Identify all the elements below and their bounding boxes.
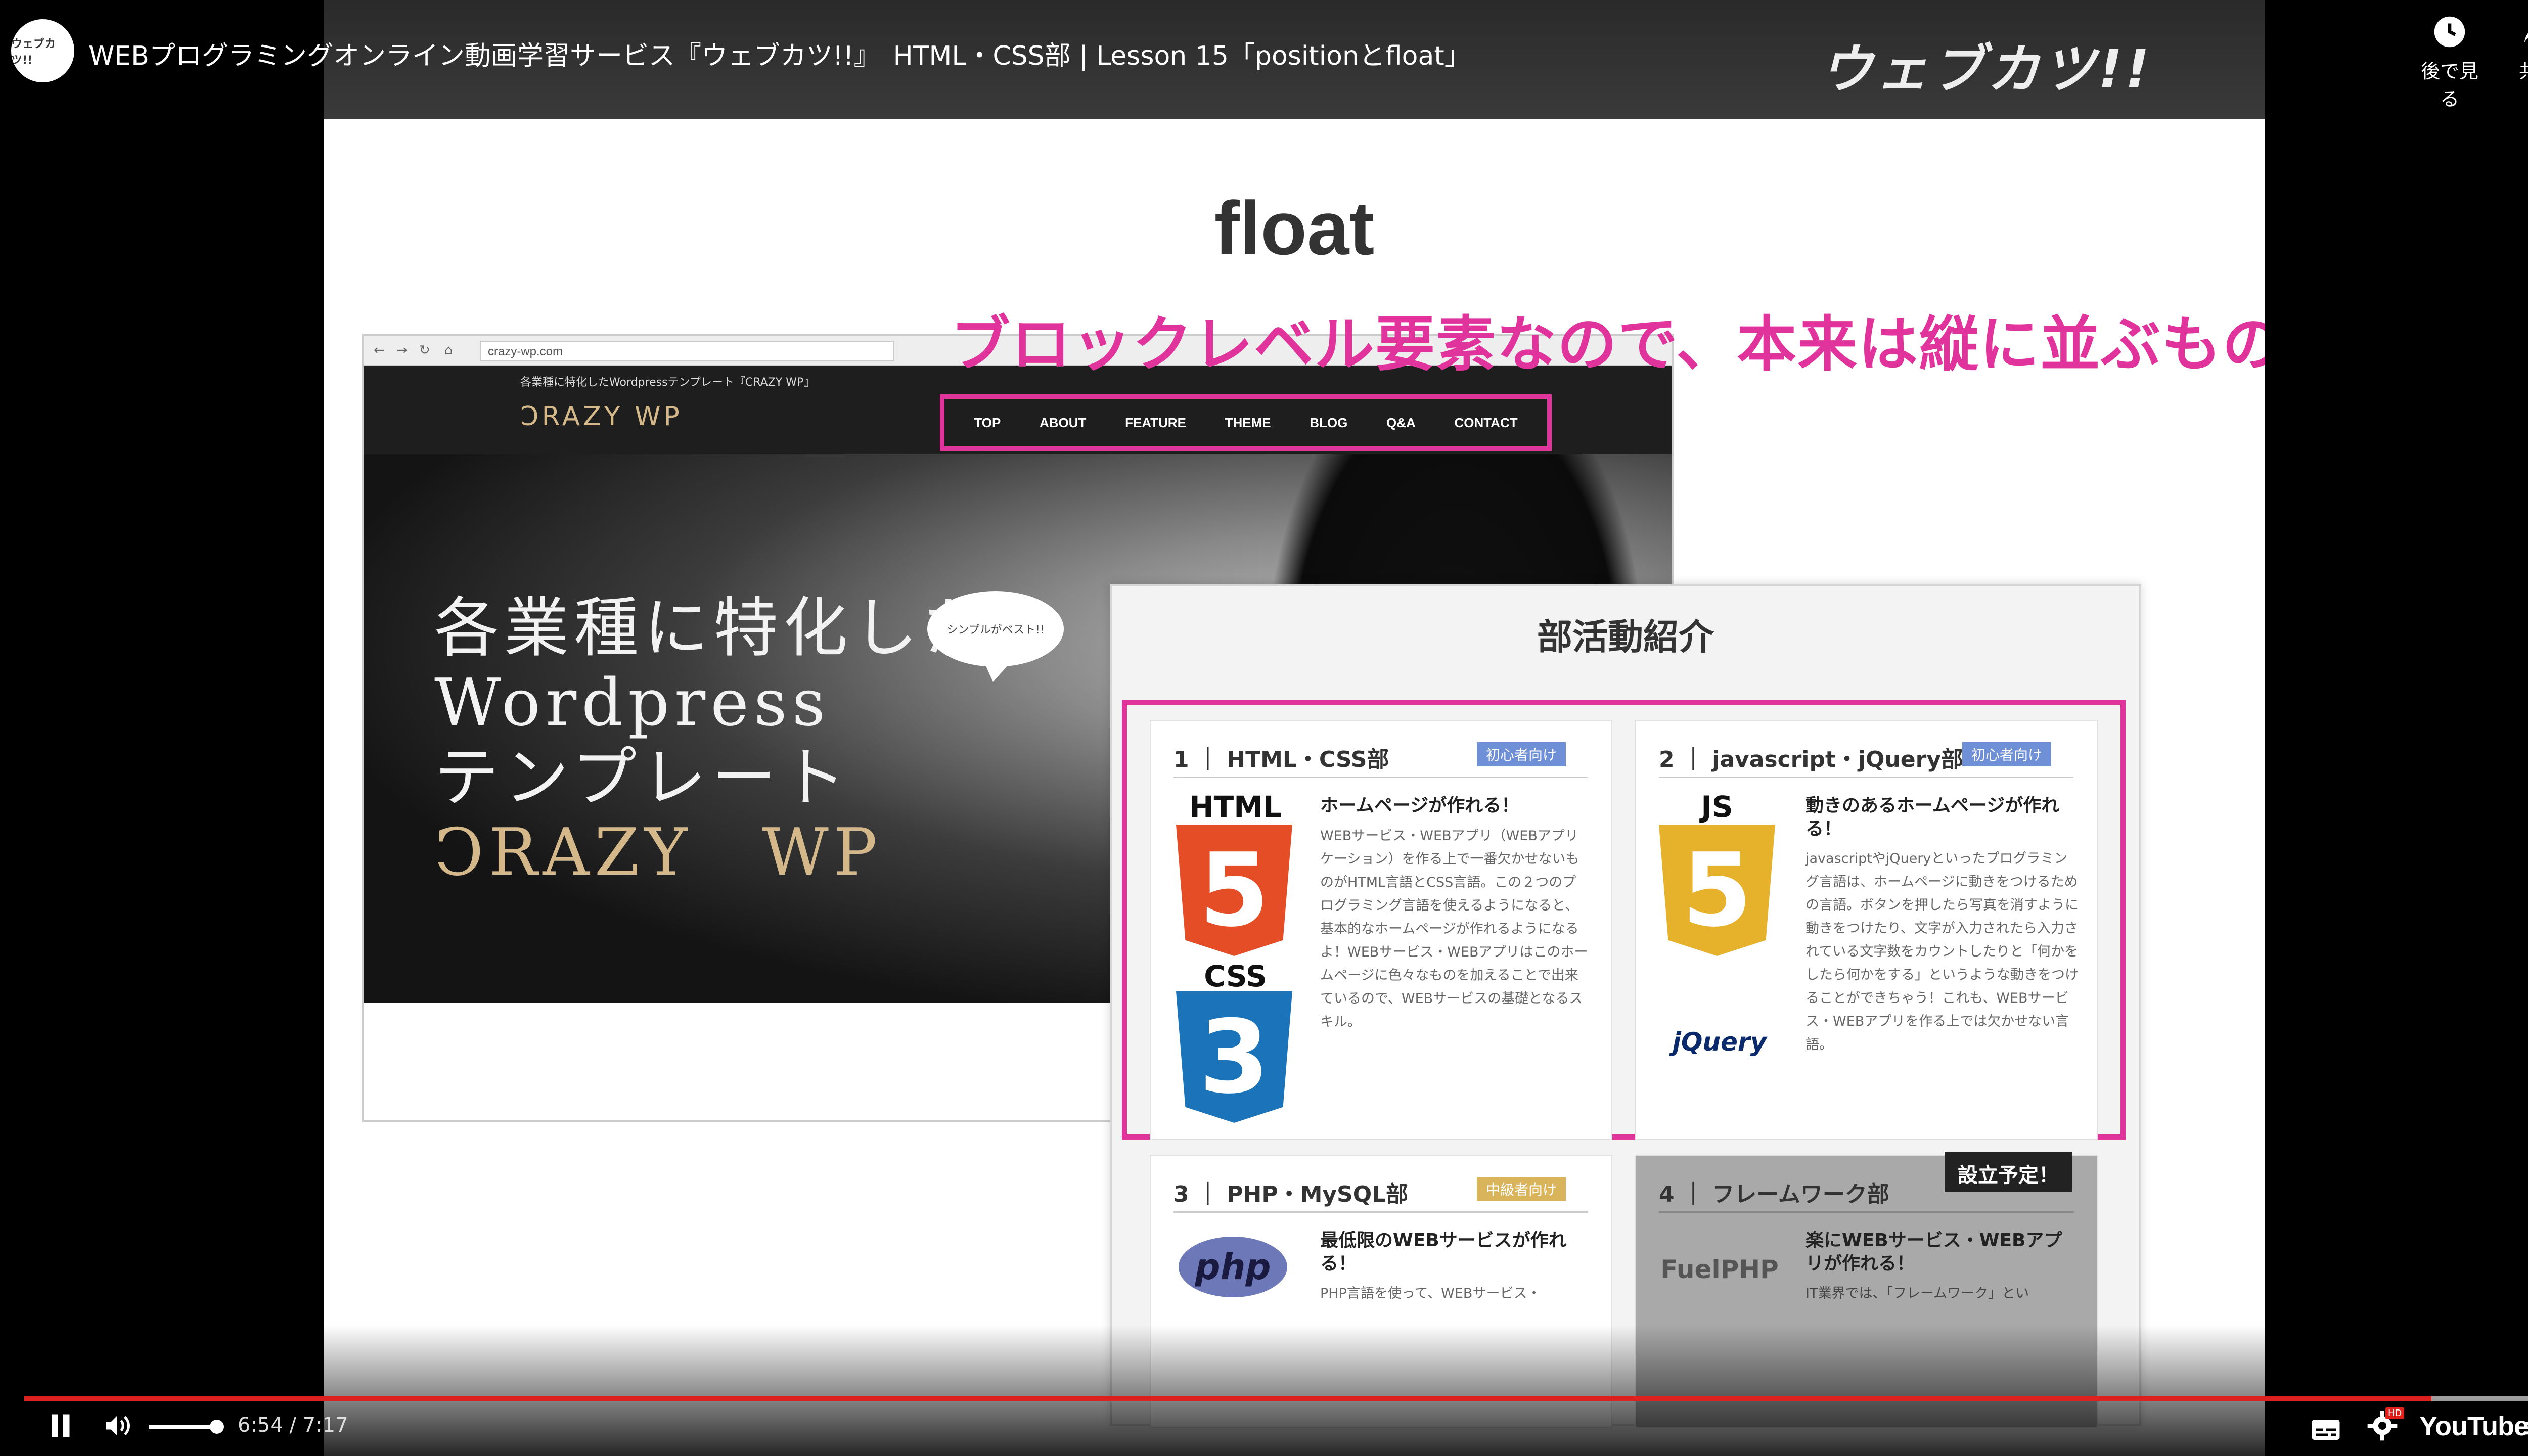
divider (1173, 777, 1588, 778)
share-label: 共有 (2500, 56, 2528, 83)
exit-fullscreen-button[interactable] (2520, 1413, 2528, 1450)
card-number: 1 ｜ HTML・CSS部 (1173, 747, 1389, 772)
card-body: PHP言語を使って、WEBサービス・ (1320, 1286, 1541, 1301)
css-label: CSS (1204, 959, 1267, 993)
exit-fullscreen-icon (2524, 1422, 2528, 1435)
divider (1659, 777, 2073, 778)
controls-gradient (0, 1325, 2528, 1456)
card-heading: 最低限のWEBサービスが作れる！ (1320, 1230, 1567, 1274)
video-slide[interactable]: float ← → ↻ ⌂ crazy-wp.com 各業種に特化したWordp… (324, 119, 2265, 1456)
card-body: WEBサービス・WEBアプリ（WEBアプリケーション）を作る上で一番欠かせないも… (1320, 828, 1588, 1030)
card-number: 2 ｜ javascript・jQuery部 (1659, 747, 1964, 772)
youtube-logo[interactable]: YouTube (2419, 1410, 2528, 1442)
card-heading: ホームページが作れる！ (1320, 795, 1520, 816)
level-badge: 初心者向け (1477, 742, 1566, 766)
site-nav-highlight: TOP ABOUT FEATURE THEME BLOG Q&A CONTACT (940, 394, 1552, 451)
card-heading: 動きのあるホームページが作れる！ (1805, 795, 2060, 839)
progress-played (24, 1396, 2431, 1401)
divider (1659, 1211, 2073, 1213)
video-title[interactable]: WEBプログラミングオンライン動画学習サービス『ウェブカツ!!』 HTML・CS… (88, 34, 1471, 72)
level-badge: 中級者向け (1477, 1177, 1566, 1201)
card-number: 4 ｜ フレームワーク部 (1659, 1181, 1889, 1207)
card-number: 3 ｜ PHP・MySQL部 (1173, 1181, 1409, 1207)
site-nav-item: THEME (1225, 415, 1271, 430)
volume-knob[interactable] (210, 1420, 224, 1434)
site-nav-item: Q&A (1386, 415, 1416, 430)
club-title: 部活動紹介 (1537, 616, 1714, 658)
slide-title: float (1214, 186, 1375, 270)
card-body: javascriptやjQueryといったプログラミング言語は、ホームページに動… (1805, 851, 2079, 1053)
level-badge: 初心者向け (1962, 742, 2052, 766)
watch-later-label: 後で見る (2420, 60, 2478, 110)
reload-icon: ↻ (419, 343, 430, 358)
clock-icon (2412, 15, 2488, 56)
url-bar: crazy-wp.com (480, 341, 894, 361)
site-nav-item: BLOG (1310, 415, 1348, 430)
hero-line: Wordpress (434, 665, 831, 741)
fuelphp-logo-icon: FuelPHP (1660, 1255, 1779, 1284)
slide-annotation: ブロックレベル要素なので、本来は縦に並ぶもの (951, 309, 2265, 379)
card-body: IT業界では、「フレームワーク」とい (1805, 1286, 2029, 1301)
volume-button[interactable] (101, 1410, 133, 1448)
club-card: 2 ｜ javascript・jQuery部 初心者向け JS 5 jQuery… (1635, 720, 2098, 1140)
channel-avatar[interactable]: ウェブカツ!! (11, 19, 74, 82)
html-label: HTML (1189, 790, 1282, 824)
club-panel: 部活動紹介 1 ｜ HTML・CSS部 初心者向け HTML 5 CSS 3 ホ… (1110, 584, 2141, 1428)
volume-slider[interactable] (149, 1425, 217, 1429)
pause-icon (52, 1414, 70, 1437)
site-nav-item: ABOUT (1039, 415, 1087, 430)
hero-copy: 各業種に特化した Wordpress テンプレート ↃRAZY WP (434, 591, 992, 890)
back-arrow-icon: ← (374, 343, 385, 358)
site-nav-item: CONTACT (1454, 415, 1518, 430)
forward-arrow-icon: → (396, 343, 408, 358)
css3-shield-icon: 3 (1176, 991, 1292, 1123)
watch-later-button[interactable]: 後で見る (2412, 15, 2488, 111)
pause-button[interactable] (46, 1410, 76, 1448)
site-nav-item: TOP (974, 415, 1001, 430)
time-display: 6:54 / 7:17 (238, 1414, 348, 1437)
club-card: 1 ｜ HTML・CSS部 初心者向け HTML 5 CSS 3 ホームページが… (1150, 720, 1612, 1140)
subtitles-icon (2312, 1420, 2340, 1440)
home-icon: ⌂ (444, 343, 453, 358)
subtitles-button[interactable] (2311, 1413, 2341, 1450)
hd-badge: HD (2385, 1407, 2405, 1419)
card-heading: 楽にWEBサービス・WEBアプリが作れる！ (1805, 1230, 2062, 1274)
js-shield-icon: 5 (1659, 825, 1775, 956)
volume-icon (106, 1416, 130, 1436)
site-logo: ↃRAZY WP (520, 401, 683, 432)
share-arrow-icon (2500, 15, 2528, 56)
html5-shield-icon: 5 (1176, 825, 1292, 956)
site-tagline: 各業種に特化したWordpressテンプレート『CRAZY WP』 (520, 376, 815, 389)
hero-brand: ↃRAZY WP (434, 815, 882, 890)
progress-bar[interactable] (24, 1396, 2528, 1401)
share-button[interactable]: 共有 (2500, 15, 2528, 83)
coming-soon-badge: 設立予定！ (1945, 1152, 2072, 1192)
divider (1173, 1211, 1588, 1213)
jquery-logo-icon: jQuery (1672, 1027, 1767, 1057)
js-label: JS (1701, 790, 1733, 824)
speech-bubble: シンプルがベスト!! (927, 591, 1064, 682)
hero-line: テンプレート (434, 740, 851, 815)
settings-button[interactable]: HD (2366, 1407, 2405, 1449)
hero-line: 各業種に特化した (434, 590, 993, 666)
brand-logo: ウェブカツ!! (1820, 38, 2152, 100)
site-nav-item: FEATURE (1125, 415, 1186, 430)
php-logo-icon: php (1179, 1237, 1287, 1297)
